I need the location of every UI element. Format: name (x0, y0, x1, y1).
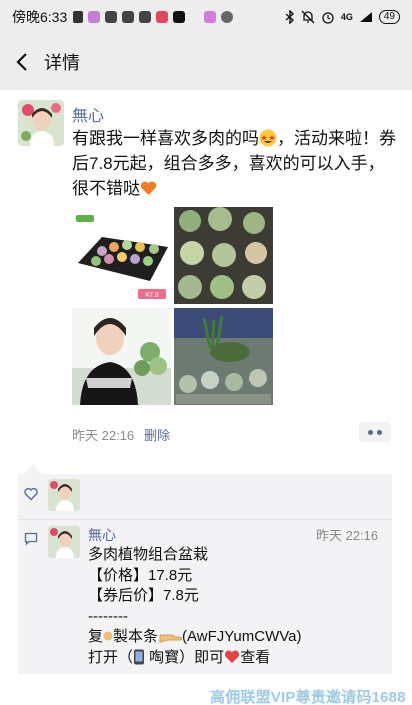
comment-line: 【券后价】7.8元 (88, 587, 199, 604)
comment-line: 多肉植物组合盆栽 (88, 546, 209, 563)
chevron-left-icon (16, 53, 27, 71)
bell-mute-icon (301, 10, 315, 24)
red-heart-icon (225, 650, 240, 663)
comment-line: 查看 (240, 648, 271, 666)
commenter-name[interactable]: 無心 (88, 525, 116, 545)
post-image-succulent-tray[interactable]: ¥7.8 (72, 207, 171, 304)
app-notification-icon (122, 11, 135, 23)
tiktok-icon (173, 11, 186, 23)
pointing-hand-icon (159, 634, 182, 643)
post-image-potted-succulents[interactable] (174, 308, 273, 405)
app-notification-icon (156, 11, 169, 23)
post-image-succulent-pots[interactable] (174, 207, 273, 304)
star-struck-emoji-icon (259, 129, 277, 147)
post-text: 有跟我一样喜欢多肉的吗 ，活动来啦！券后7.8元起，组合多多，喜欢的可以入手，很不… (72, 126, 396, 201)
liker-avatar[interactable] (48, 479, 80, 511)
signal-icon (359, 12, 372, 22)
delete-button[interactable]: 删除 (144, 425, 170, 444)
more-dot-icon (377, 429, 382, 435)
post-image-woman-with-plants[interactable] (72, 308, 171, 405)
status-time: 傍晚6:33 (12, 9, 68, 25)
do-not-disturb-icon (221, 11, 234, 23)
comment-line: 啕寳）即可 (145, 648, 225, 666)
battery-level: 49 (378, 10, 400, 24)
author-avatar[interactable] (18, 100, 64, 146)
back-button[interactable] (0, 34, 44, 90)
status-right: 4G 49 (285, 10, 400, 24)
comment-line: 打开（ (88, 648, 134, 666)
page-title: 详情 (44, 53, 80, 73)
image-price-badge: ¥7.8 (145, 292, 159, 299)
comment-bubble-icon (24, 532, 38, 546)
post-text-part1: 有跟我一样喜欢多肉的吗 (72, 129, 259, 148)
comment-line: 【价格】17.8元 (88, 566, 193, 584)
post-image-grid: ¥7.8 (72, 207, 274, 405)
author-name[interactable]: 無心 (72, 102, 104, 126)
comment-line: 製本条 (113, 628, 159, 645)
watermark: 高佣联盟VIP尊贵邀请码1688 (210, 689, 406, 705)
app-notification-icon (139, 11, 152, 23)
app-notification-icon (204, 11, 217, 23)
app-notification-icon (105, 11, 118, 23)
bluetooth-icon (285, 10, 294, 24)
post-meta: 昨天 22:16 删除 (72, 425, 170, 444)
notification-icons (73, 11, 234, 23)
nav-bar: 详情 (0, 34, 412, 90)
commenter-avatar[interactable] (48, 526, 80, 558)
orange-heart-emoji-icon (140, 181, 157, 195)
network-type: 4G (340, 12, 353, 22)
comment-line: 复 (88, 628, 104, 645)
comment-time: 昨天 22:16 (316, 528, 379, 543)
status-bar: 傍晚6:33 4G 49 (0, 0, 412, 34)
lock-notification-icon (73, 11, 84, 23)
more-dot-icon (368, 429, 373, 435)
panel-divider (18, 519, 392, 520)
post-time: 昨天 22:16 (72, 428, 135, 443)
app-notification-icon (88, 11, 101, 23)
comment-text[interactable]: 多肉植物组合盆栽 【价格】17.8元 【券后价】7.8元 -------- 复製… (88, 545, 384, 668)
alarm-icon (322, 12, 334, 24)
heart-outline-icon (24, 487, 38, 501)
comment-line: -------- (88, 607, 128, 625)
small-emoji-icon (103, 631, 113, 641)
more-actions-button[interactable] (359, 422, 391, 442)
comment-line: (AwFJYumCWVa) (182, 628, 302, 645)
panel-caret (24, 464, 42, 474)
phone-icon (134, 649, 145, 664)
